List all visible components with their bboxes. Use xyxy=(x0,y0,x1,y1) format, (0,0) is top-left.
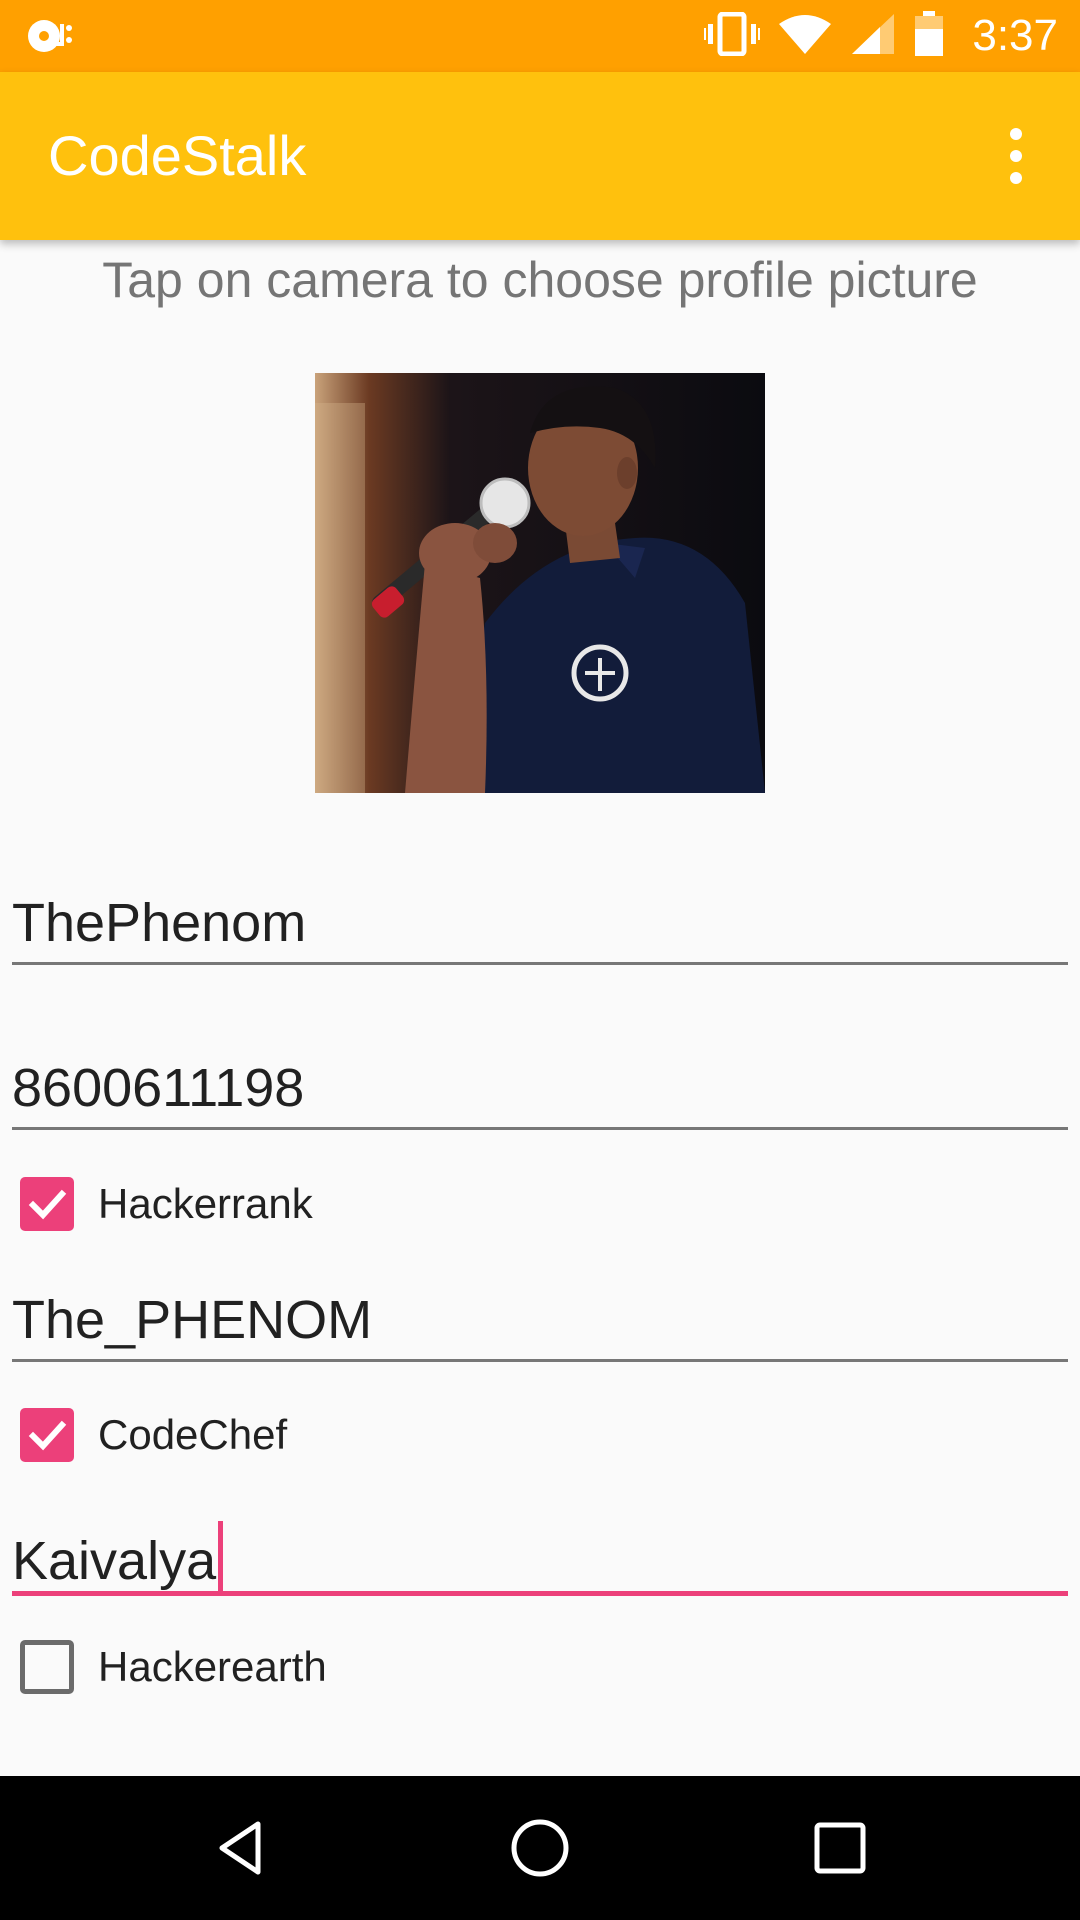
back-icon[interactable] xyxy=(200,1808,280,1888)
app-bar: CodeStalk xyxy=(0,72,1080,240)
codechef-checkbox-row[interactable]: CodeChef xyxy=(20,1407,287,1463)
profile-picture[interactable] xyxy=(315,373,765,793)
battery-icon xyxy=(914,10,944,62)
hackerearth-checkbox[interactable] xyxy=(20,1640,74,1694)
hackerrank-handle-value: The_PHENOM xyxy=(12,1290,373,1350)
check-icon xyxy=(28,1189,67,1220)
status-bar: 3:37 xyxy=(0,0,1080,72)
hackerearth-checkbox-row[interactable]: Hackerearth xyxy=(20,1639,327,1695)
codechef-checkbox[interactable] xyxy=(20,1408,74,1462)
phone-field-value: 8600611198 xyxy=(12,1058,305,1118)
home-icon[interactable] xyxy=(500,1808,580,1888)
text-cursor xyxy=(218,1521,224,1593)
codechef-checkbox-label: CodeChef xyxy=(98,1411,288,1458)
codechef-handle-text: Kaivalya xyxy=(12,1531,217,1591)
vibrate-icon xyxy=(704,11,761,61)
cd-notification-icon xyxy=(26,16,78,56)
hackerrank-checkbox-label: Hackerrank xyxy=(98,1180,313,1227)
recents-icon[interactable] xyxy=(800,1808,880,1888)
hackerrank-checkbox[interactable] xyxy=(20,1177,74,1231)
phone-field-underline xyxy=(12,1127,1068,1130)
name-field-underline xyxy=(12,962,1068,965)
hackerearth-checkbox-label: Hackerearth xyxy=(98,1643,327,1690)
codechef-handle-value: Kaivalya xyxy=(12,1521,224,1593)
overflow-menu-icon[interactable] xyxy=(986,126,1046,186)
wifi-icon xyxy=(778,12,832,61)
hackerrank-checkbox-row[interactable]: Hackerrank xyxy=(20,1176,313,1232)
status-icons: 3:37 xyxy=(704,0,1058,72)
hackerrank-handle-underline xyxy=(12,1359,1068,1362)
cell-signal-icon xyxy=(850,12,896,61)
name-field-value: ThePhenom xyxy=(12,893,307,953)
status-time: 3:37 xyxy=(972,11,1058,60)
codechef-handle-underline xyxy=(12,1591,1068,1596)
profile-picture-hint: Tap on camera to choose profile picture xyxy=(102,252,978,308)
check-icon xyxy=(28,1420,67,1451)
app-title: CodeStalk xyxy=(48,124,307,187)
navigation-bar xyxy=(0,1776,1080,1920)
